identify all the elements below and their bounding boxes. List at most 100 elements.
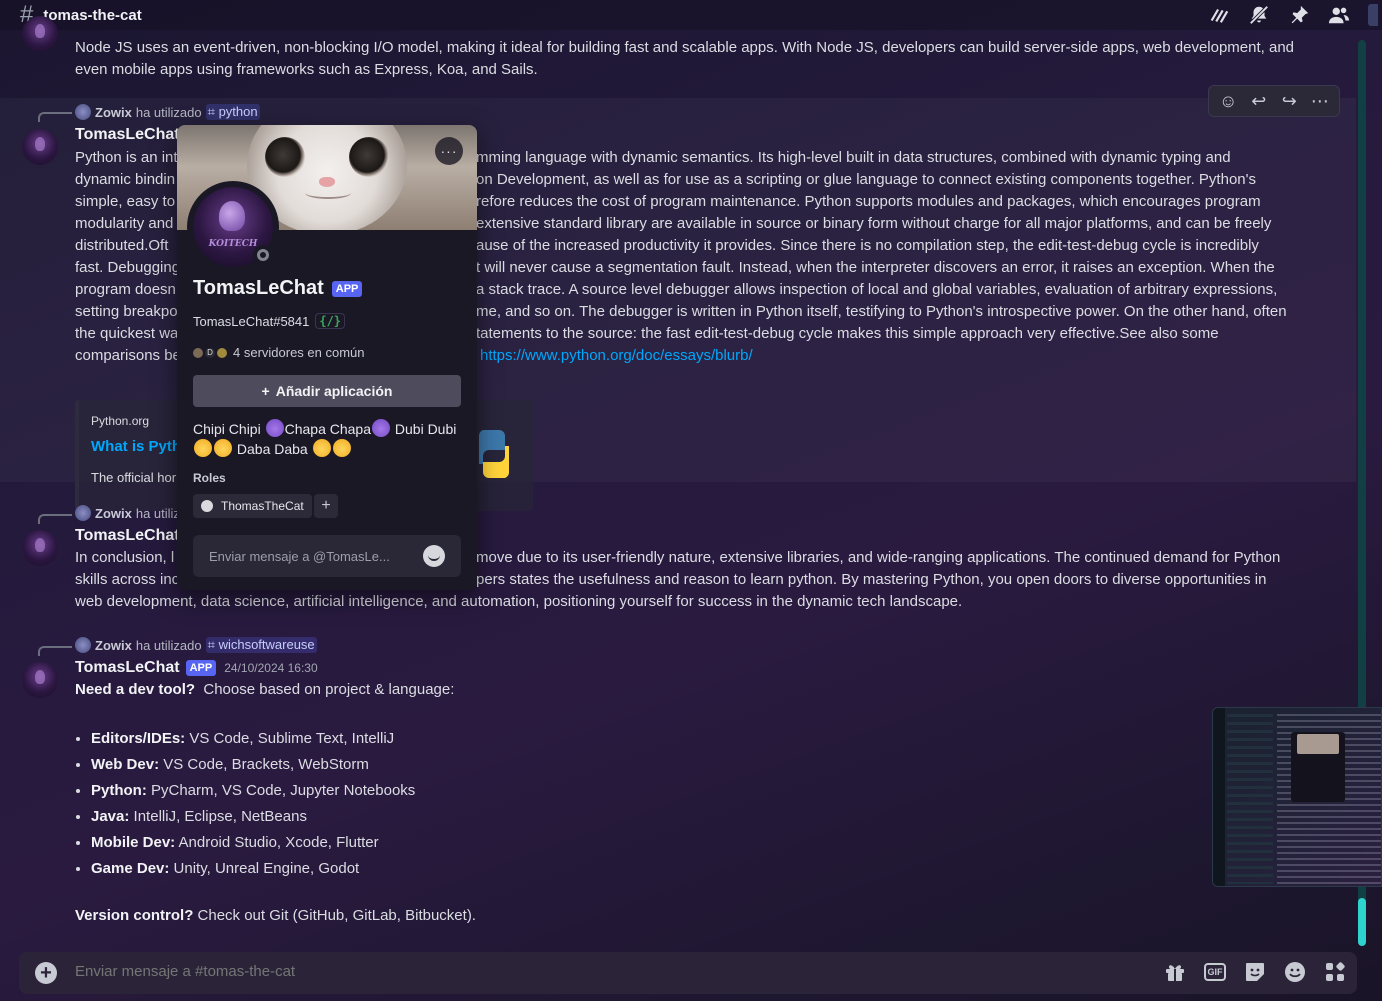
add-role-button[interactable]: + xyxy=(314,494,338,518)
list-item: Python: PyCharm, VS Code, Jupyter Notebo… xyxy=(91,778,415,804)
forward-icon[interactable]: ↪ xyxy=(1278,90,1300,112)
user-profile-popout: ··· KOITECH TomasLeChat APP TomasLeChat#… xyxy=(177,125,477,590)
intro-bold: Need a dev tool? xyxy=(75,681,196,698)
bio-text: Dubi Dubi xyxy=(394,421,457,437)
text-line: ause of the increased productivity it pr… xyxy=(476,237,1259,254)
cat-emoji-icon xyxy=(332,439,351,457)
mutual-servers[interactable]: D 4 servidores en común xyxy=(193,345,365,360)
text-line: the quickest wa xyxy=(75,325,179,342)
reply-avatar xyxy=(75,637,91,653)
gif-icon[interactable]: GIF xyxy=(1203,960,1227,984)
embed-title[interactable]: What is Pyth xyxy=(91,438,181,455)
text-line: web development, data science, artificia… xyxy=(75,593,963,610)
channel-header: # tomas-the-cat xyxy=(0,0,1382,30)
avatar[interactable] xyxy=(22,129,58,165)
screenshot-thumbnail[interactable] xyxy=(1212,707,1382,887)
avatar[interactable] xyxy=(22,16,58,52)
text-line: fast. Debugging xyxy=(75,259,181,276)
command-mention[interactable]: ⌗ wichsoftwareuse xyxy=(205,637,317,653)
bio-text: Chipi Chipi xyxy=(193,421,261,437)
threads-icon[interactable] xyxy=(1208,4,1230,26)
reply-username[interactable]: Zowix xyxy=(95,506,132,521)
cat-nose xyxy=(319,177,335,187)
scrollbar-thumb[interactable] xyxy=(1358,898,1366,946)
role-color-dot xyxy=(201,500,213,512)
upload-plus-icon[interactable]: + xyxy=(35,962,57,984)
reply-username[interactable]: Zowix xyxy=(95,105,132,120)
message-text-left: In conclusion, l skills across inc xyxy=(75,547,185,591)
members-icon[interactable] xyxy=(1328,4,1350,26)
mute-bell-icon[interactable] xyxy=(1248,4,1270,26)
add-app-button[interactable]: + Añadir aplicación xyxy=(193,375,461,407)
text-line: simple, easy to xyxy=(75,193,176,210)
plus-icon: + xyxy=(261,383,270,399)
cat-eye xyxy=(265,137,305,177)
pin-icon[interactable] xyxy=(1288,4,1310,26)
add-reaction-icon[interactable]: ☺ xyxy=(1217,90,1239,112)
python-link[interactable]: https://www.python.org/doc/essays/blurb/ xyxy=(480,347,753,364)
cat-emoji-icon xyxy=(312,439,331,457)
profile-more-button[interactable]: ··· xyxy=(435,137,463,165)
profile-name: TomasLeChat APP xyxy=(193,277,363,300)
message-input[interactable] xyxy=(75,963,1075,980)
outro-bold: Version control? xyxy=(75,907,194,924)
tool-label: Game Dev: xyxy=(91,860,170,877)
outro-line: Version control? Check out Git (GitHub, … xyxy=(75,905,476,927)
app-badge: APP xyxy=(331,280,363,297)
text-line: skills across inc xyxy=(75,571,180,588)
profile-username[interactable]: TomasLeChat#5841 xyxy=(193,314,309,329)
reply-icon[interactable]: ↩ xyxy=(1248,90,1270,112)
outro-text: Check out Git (GitHub, GitLab, Bitbucket… xyxy=(197,907,476,924)
reply-avatar xyxy=(75,505,91,521)
embed-provider[interactable]: Python.org xyxy=(91,414,149,428)
list-item: Game Dev: Unity, Unreal Engine, Godot xyxy=(91,856,415,882)
text-line: Python is an int xyxy=(75,149,178,166)
tool-list: Editors/IDEs: VS Code, Sublime Text, Int… xyxy=(91,726,415,882)
author-name-text: TomasLeChat xyxy=(75,126,180,143)
slash-commands-badge-icon[interactable]: {/} xyxy=(315,313,346,329)
command-reply[interactable]: Zowix ha utiliz xyxy=(75,505,180,521)
cat-mouth xyxy=(305,187,351,199)
profile-bio: Chipi Chipi Chapa Chapa Dubi Dubi Daba D… xyxy=(193,419,463,459)
gift-icon[interactable] xyxy=(1163,960,1187,984)
cat-emoji-icon xyxy=(194,439,212,457)
author-name[interactable]: TomasLeChat xyxy=(75,527,180,545)
sticker-icon[interactable] xyxy=(1243,960,1267,984)
command-name: python xyxy=(218,104,258,119)
header-edge-button[interactable] xyxy=(1368,4,1378,26)
roles-heading: Roles xyxy=(193,471,226,485)
text-line: mming language with dynamic semantics. I… xyxy=(476,149,1231,166)
emoji-icon[interactable] xyxy=(1283,960,1307,984)
profile-message-input[interactable]: Enviar mensaje a @TomasLe... xyxy=(193,535,461,577)
message-action-bar: ☺ ↩ ↪ ⋯ xyxy=(1208,85,1340,117)
text-line: dynamic bindin xyxy=(75,171,176,188)
emoji-picker-icon[interactable] xyxy=(423,545,445,567)
bio-text: Daba Daba xyxy=(236,441,308,457)
tool-label: Web Dev: xyxy=(91,756,160,773)
reply-username[interactable]: Zowix xyxy=(95,638,132,653)
author-name[interactable]: TomasLeChat xyxy=(75,126,180,144)
thumb-cat-banner xyxy=(1297,734,1339,754)
reply-connector xyxy=(38,112,72,122)
python-logo-icon xyxy=(478,430,510,478)
tool-label: Python: xyxy=(91,782,147,799)
message-text: Node JS uses an event-driven, non-blocki… xyxy=(75,39,1295,78)
command-reply[interactable]: Zowix ha utilizado ⌗ python xyxy=(75,104,260,120)
intro-text: Choose based on project & language: xyxy=(203,681,455,698)
role-pill[interactable]: ThomasTheCat xyxy=(193,494,312,518)
list-item: Web Dev: VS Code, Brackets, WebStorm xyxy=(91,752,415,778)
command-reply[interactable]: Zowix ha utilizado ⌗ wichsoftwareuse xyxy=(75,637,317,653)
avatar[interactable] xyxy=(22,530,58,566)
cat-emoji-icon xyxy=(214,439,232,457)
reply-connector xyxy=(38,514,72,524)
avatar[interactable] xyxy=(22,662,58,698)
more-options-icon[interactable]: ⋯ xyxy=(1309,90,1331,112)
imp-emoji-icon xyxy=(372,419,390,437)
text-line: setting breakpo xyxy=(75,303,178,320)
command-mention[interactable]: ⌗ python xyxy=(205,104,260,120)
timestamp[interactable]: 24/10/2024 16:30 xyxy=(224,661,317,675)
tool-value: Unity, Unreal Engine, Godot xyxy=(173,860,360,877)
apps-icon[interactable] xyxy=(1323,960,1347,984)
tool-value: VS Code, Brackets, WebStorm xyxy=(163,756,369,773)
author-name[interactable]: TomasLeChat APP 24/10/2024 16:30 xyxy=(75,659,318,677)
